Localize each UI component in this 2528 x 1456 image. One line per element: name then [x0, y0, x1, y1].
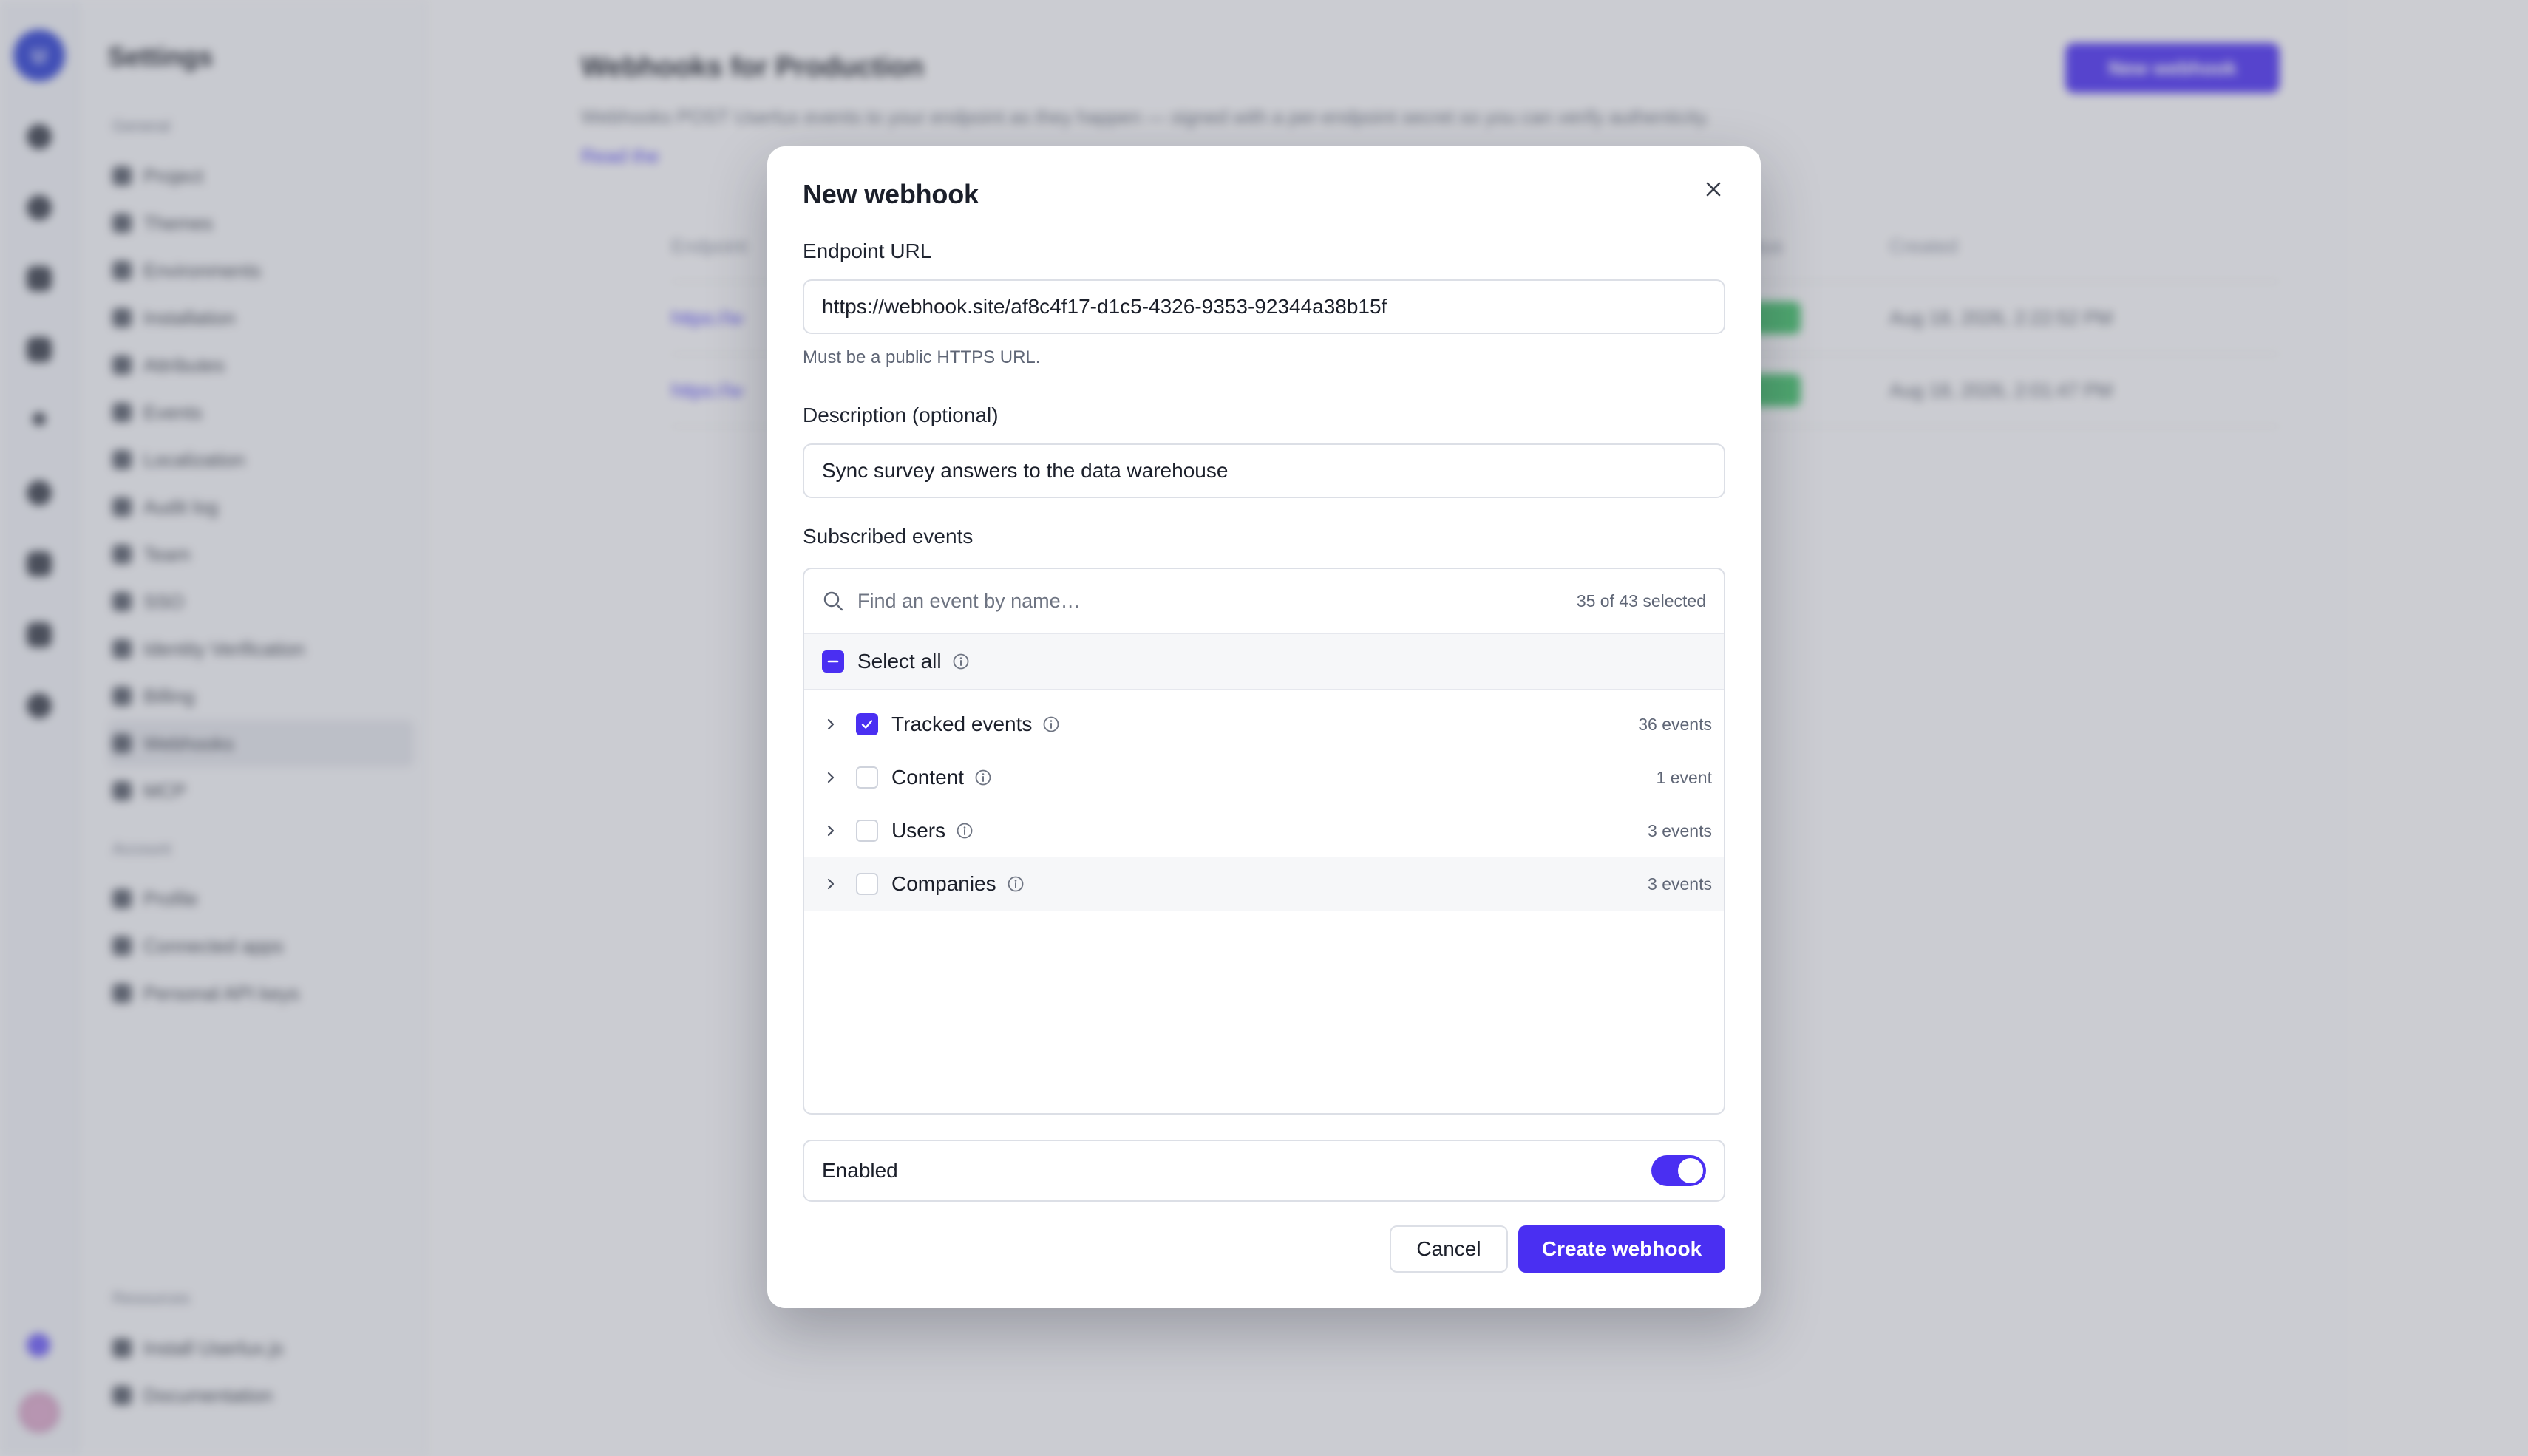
subscribed-events-label: Subscribed events	[803, 525, 974, 548]
event-group-tracked-events[interactable]: Tracked events 36 events	[804, 698, 1724, 751]
event-search-input[interactable]: Find an event by name…	[857, 590, 1577, 613]
cancel-button[interactable]: Cancel	[1390, 1225, 1508, 1273]
chevron-right-icon[interactable]	[820, 820, 841, 841]
enabled-row: Enabled	[803, 1140, 1725, 1202]
info-icon[interactable]	[1007, 875, 1025, 893]
info-icon[interactable]	[952, 653, 970, 670]
event-count: 3 events	[1648, 874, 1712, 894]
select-all-label: Select all	[857, 650, 942, 673]
event-group-users[interactable]: Users 3 events	[804, 804, 1724, 857]
users-checkbox[interactable]	[856, 820, 878, 842]
info-icon[interactable]	[956, 822, 974, 840]
new-webhook-dialog: New webhook Endpoint URL https://webhook…	[767, 146, 1761, 1308]
enabled-toggle[interactable]	[1651, 1155, 1706, 1186]
endpoint-url-label: Endpoint URL	[803, 239, 932, 262]
events-picker: Find an event by name… 35 of 43 selected…	[803, 568, 1725, 1115]
event-group-label: Users	[891, 819, 946, 842]
event-group-label: Companies	[891, 872, 996, 895]
event-count: 36 events	[1638, 714, 1712, 734]
event-group-companies[interactable]: Companies 3 events	[804, 857, 1724, 911]
close-button[interactable]	[1693, 169, 1734, 210]
description-label: Description (optional)	[803, 404, 999, 426]
endpoint-url-hint: Must be a public HTTPS URL.	[803, 347, 1041, 367]
select-all-checkbox[interactable]	[822, 650, 844, 673]
info-icon[interactable]	[1042, 715, 1060, 733]
select-all-row[interactable]: Select all	[804, 634, 1724, 690]
description-input[interactable]: Sync survey answers to the data warehous…	[803, 443, 1725, 498]
content-checkbox[interactable]	[856, 766, 878, 789]
search-icon	[823, 591, 843, 611]
create-webhook-button[interactable]: Create webhook	[1518, 1225, 1725, 1273]
chevron-right-icon[interactable]	[820, 714, 841, 735]
event-search[interactable]: Find an event by name… 35 of 43 selected	[804, 569, 1724, 634]
companies-checkbox[interactable]	[856, 873, 878, 895]
check-icon	[861, 720, 873, 729]
event-groups-list: Tracked events 36 events Content 1 event…	[804, 690, 1724, 911]
indeterminate-icon	[827, 660, 839, 663]
enabled-label: Enabled	[822, 1159, 898, 1182]
event-group-content[interactable]: Content 1 event	[804, 751, 1724, 804]
chevron-right-icon[interactable]	[820, 767, 841, 788]
endpoint-url-input[interactable]: https://webhook.site/af8c4f17-d1c5-4326-…	[803, 279, 1725, 334]
chevron-right-icon[interactable]	[820, 874, 841, 894]
event-count: 3 events	[1648, 820, 1712, 840]
dialog-title: New webhook	[803, 179, 979, 209]
tracked-events-checkbox[interactable]	[856, 713, 878, 735]
info-icon[interactable]	[974, 769, 992, 786]
close-icon	[1706, 182, 1721, 197]
toggle-knob	[1678, 1158, 1703, 1183]
selected-count: 35 of 43 selected	[1576, 591, 1706, 610]
event-count: 1 event	[1656, 767, 1712, 787]
event-group-label: Content	[891, 766, 965, 789]
event-group-label: Tracked events	[891, 712, 1033, 735]
